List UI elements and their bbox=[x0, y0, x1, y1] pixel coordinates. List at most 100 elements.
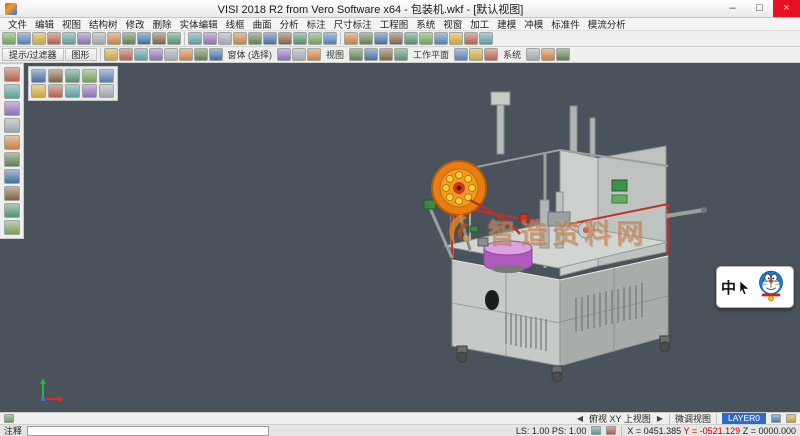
tool-icon[interactable] bbox=[188, 32, 202, 45]
tool-icon[interactable] bbox=[65, 84, 80, 98]
menu-item[interactable]: 视窗 bbox=[439, 17, 466, 31]
tool-icon[interactable] bbox=[394, 48, 408, 61]
tool-icon[interactable] bbox=[449, 32, 463, 45]
tool-icon[interactable] bbox=[203, 32, 217, 45]
tool-icon[interactable] bbox=[48, 69, 63, 83]
menu-item[interactable]: 工程图 bbox=[376, 17, 413, 31]
command-input[interactable] bbox=[27, 426, 269, 436]
menu-item[interactable]: 建模 bbox=[493, 17, 520, 31]
menu-item[interactable]: 分析 bbox=[276, 17, 303, 31]
tool-icon[interactable] bbox=[263, 32, 277, 45]
next-view-arrow-icon[interactable]: ▶ bbox=[656, 414, 664, 423]
tool-icon[interactable] bbox=[379, 48, 393, 61]
tool-icon[interactable] bbox=[194, 48, 208, 61]
menu-item[interactable]: 视图 bbox=[58, 17, 85, 31]
tool-icon[interactable] bbox=[4, 118, 20, 133]
menu-item[interactable]: 删除 bbox=[149, 17, 176, 31]
maximize-button[interactable]: □ bbox=[746, 0, 773, 17]
close-button[interactable]: × bbox=[773, 0, 800, 17]
tool-icon[interactable] bbox=[92, 32, 106, 45]
tool-icon[interactable] bbox=[307, 48, 321, 61]
tool-icon[interactable] bbox=[541, 48, 555, 61]
tool-icon[interactable] bbox=[419, 32, 433, 45]
tool-icon[interactable] bbox=[293, 32, 307, 45]
tool-icon[interactable] bbox=[2, 32, 16, 45]
tool-icon[interactable] bbox=[62, 32, 76, 45]
tool-icon[interactable] bbox=[31, 84, 46, 98]
tool-icon[interactable] bbox=[278, 32, 292, 45]
tool-icon[interactable] bbox=[99, 69, 114, 83]
tool-icon[interactable] bbox=[99, 84, 114, 98]
tool-icon[interactable] bbox=[479, 32, 493, 45]
tool-icon[interactable] bbox=[82, 69, 97, 83]
tab-graphics[interactable]: 图形 bbox=[65, 48, 97, 61]
tool-icon[interactable] bbox=[17, 32, 31, 45]
tool-icon[interactable] bbox=[149, 48, 163, 61]
tool-icon[interactable] bbox=[359, 32, 373, 45]
status-tool-icon[interactable] bbox=[786, 414, 796, 423]
tool-icon[interactable] bbox=[323, 32, 337, 45]
menu-item[interactable]: 模流分析 bbox=[584, 17, 630, 31]
tool-icon[interactable] bbox=[434, 32, 448, 45]
tool-icon[interactable] bbox=[107, 32, 121, 45]
tool-icon[interactable] bbox=[4, 152, 20, 167]
menu-item[interactable]: 实体编辑 bbox=[176, 17, 222, 31]
tool-icon[interactable] bbox=[164, 48, 178, 61]
menu-item[interactable]: 曲面 bbox=[249, 17, 276, 31]
tool-icon[interactable] bbox=[4, 135, 20, 150]
tool-icon[interactable] bbox=[292, 48, 306, 61]
tool-icon[interactable] bbox=[4, 101, 20, 116]
tool-icon[interactable] bbox=[389, 32, 403, 45]
tool-icon[interactable] bbox=[4, 186, 20, 201]
tool-icon[interactable] bbox=[134, 48, 148, 61]
tool-icon[interactable] bbox=[82, 84, 97, 98]
tool-icon[interactable] bbox=[218, 32, 232, 45]
tool-icon[interactable] bbox=[464, 32, 478, 45]
tool-icon[interactable] bbox=[152, 32, 166, 45]
minimize-button[interactable]: – bbox=[719, 0, 746, 17]
active-layer-chip[interactable]: LAYER0 bbox=[722, 413, 766, 424]
tool-icon[interactable] bbox=[248, 32, 262, 45]
menu-item[interactable]: 结构树 bbox=[85, 17, 122, 31]
tool-icon[interactable] bbox=[4, 84, 20, 99]
tool-icon[interactable] bbox=[48, 84, 63, 98]
tool-icon[interactable] bbox=[32, 32, 46, 45]
menu-item[interactable]: 冲模 bbox=[520, 17, 547, 31]
menu-item[interactable]: 标准件 bbox=[547, 17, 584, 31]
tool-icon[interactable] bbox=[308, 32, 322, 45]
menu-item[interactable]: 加工 bbox=[466, 17, 493, 31]
tool-icon[interactable] bbox=[364, 48, 378, 61]
tool-icon[interactable] bbox=[454, 48, 468, 61]
tool-icon[interactable] bbox=[526, 48, 540, 61]
tool-icon[interactable] bbox=[137, 32, 151, 45]
tool-icon[interactable] bbox=[4, 220, 20, 235]
tool-icon[interactable] bbox=[374, 32, 388, 45]
tool-icon[interactable] bbox=[167, 32, 181, 45]
tool-icon[interactable] bbox=[77, 32, 91, 45]
status-tool-icon[interactable] bbox=[771, 414, 781, 423]
tool-icon[interactable] bbox=[404, 32, 418, 45]
status-tool-icon[interactable] bbox=[4, 414, 14, 423]
tool-icon[interactable] bbox=[122, 32, 136, 45]
tool-icon[interactable] bbox=[349, 48, 363, 61]
machine-model[interactable] bbox=[0, 63, 800, 412]
menu-item[interactable]: 文件 bbox=[4, 17, 31, 31]
tool-icon[interactable] bbox=[4, 203, 20, 218]
tool-icon[interactable] bbox=[277, 48, 291, 61]
menu-item[interactable]: 尺寸标注 bbox=[330, 17, 376, 31]
tool-icon[interactable] bbox=[47, 32, 61, 45]
tool-icon[interactable] bbox=[179, 48, 193, 61]
menu-item[interactable]: 编辑 bbox=[31, 17, 58, 31]
menu-item[interactable]: 标注 bbox=[303, 17, 330, 31]
prev-view-arrow-icon[interactable]: ◀ bbox=[576, 414, 584, 423]
ime-widget[interactable]: 中 bbox=[716, 266, 794, 308]
grid-toggle-icon[interactable] bbox=[606, 426, 616, 435]
tool-icon[interactable] bbox=[469, 48, 483, 61]
ime-mode-indicator[interactable]: 中 bbox=[721, 277, 736, 298]
tool-icon[interactable] bbox=[209, 48, 223, 61]
menu-item[interactable]: 系统 bbox=[412, 17, 439, 31]
tool-icon[interactable] bbox=[119, 48, 133, 61]
snap-toggle-icon[interactable] bbox=[591, 426, 601, 435]
menu-item[interactable]: 修改 bbox=[122, 17, 149, 31]
viewport-canvas[interactable]: 智造资料网 bbox=[0, 63, 800, 412]
